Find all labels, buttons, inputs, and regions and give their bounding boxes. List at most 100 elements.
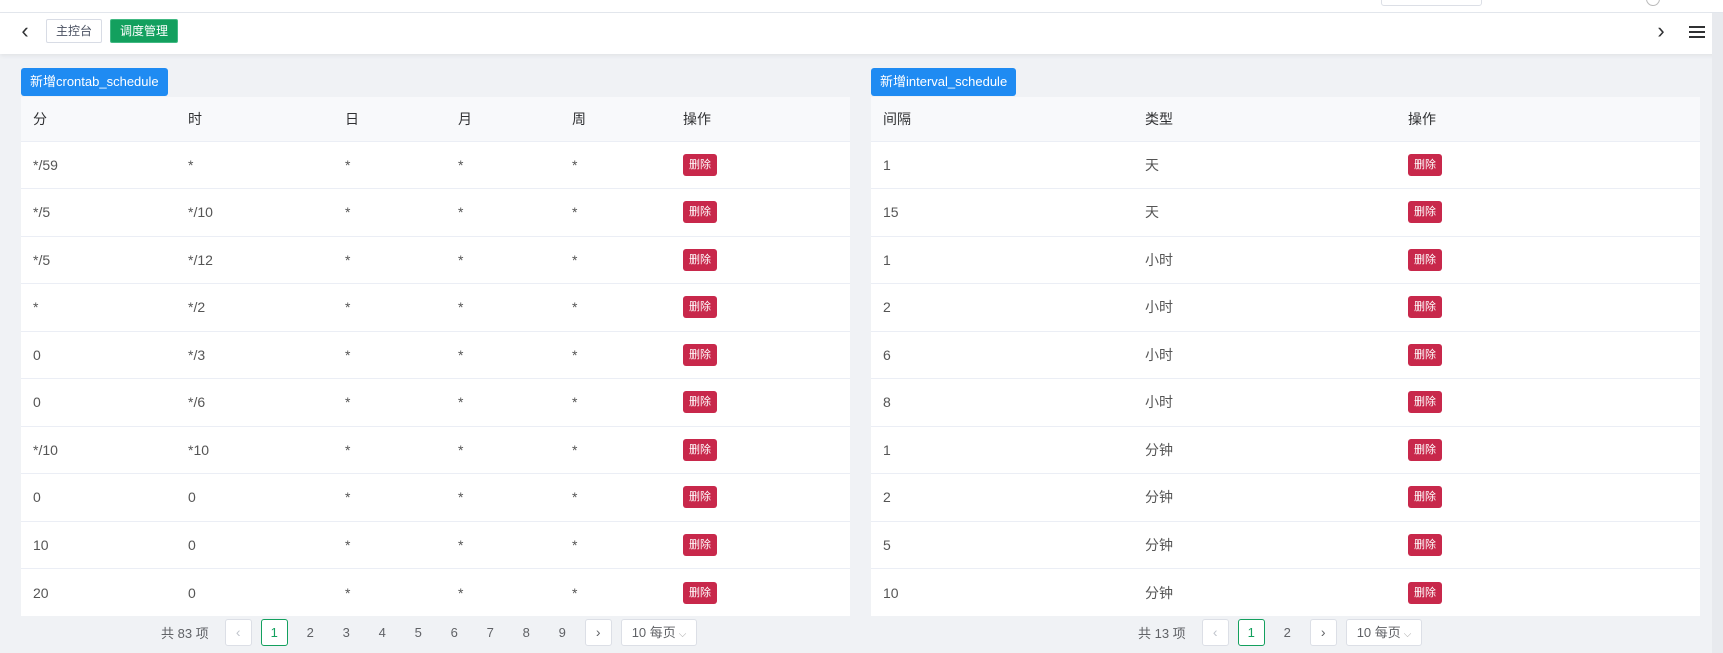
delete-button[interactable]: 删除 bbox=[683, 486, 717, 509]
table-row: */10 *10 * * * 删除 bbox=[21, 426, 850, 474]
page-size-select[interactable]: 10 每页 ⌵ bbox=[620, 618, 698, 646]
day-cell: * bbox=[333, 236, 446, 284]
page-number-button[interactable]: 1 bbox=[1237, 618, 1265, 646]
week-cell: * bbox=[560, 141, 671, 189]
delete-button[interactable]: 删除 bbox=[683, 343, 717, 366]
actions-cell: 删除 bbox=[671, 378, 850, 427]
hour-cell: 0 bbox=[176, 521, 333, 569]
table-row: 8 小时 删除 bbox=[871, 378, 1700, 427]
chevron-left-icon[interactable]: ‹ bbox=[14, 20, 36, 43]
crontab-panel: 新增crontab_schedule 分 时 日 月 周 操作 */59 * * * *… bbox=[21, 68, 850, 616]
table-row: 1 分钟 删除 bbox=[871, 426, 1700, 474]
next-page-button[interactable]: › bbox=[584, 618, 612, 646]
col-day: 日 bbox=[333, 97, 446, 142]
type-cell: 小时 bbox=[1133, 283, 1396, 332]
day-cell: * bbox=[333, 426, 446, 474]
actions-cell: 删除 bbox=[671, 569, 850, 617]
top-avatar-edge[interactable] bbox=[1646, 0, 1660, 6]
month-cell: * bbox=[446, 188, 560, 237]
table-row: 5 分钟 删除 bbox=[871, 521, 1700, 569]
month-cell: * bbox=[446, 283, 560, 332]
day-cell: * bbox=[333, 378, 446, 427]
top-strip bbox=[0, 0, 1723, 13]
hour-cell: 0 bbox=[188, 584, 196, 601]
delete-button[interactable]: 删除 bbox=[1408, 581, 1442, 604]
delete-button[interactable]: 删除 bbox=[1408, 153, 1442, 176]
hamburger-icon[interactable] bbox=[1689, 26, 1705, 40]
minute-cell: 20 bbox=[33, 584, 49, 601]
actions-cell: 删除 bbox=[671, 331, 850, 379]
month-cell: * bbox=[446, 378, 560, 427]
minute-cell: */59 bbox=[21, 141, 176, 189]
table-row: 10 分钟 删除 bbox=[871, 569, 1700, 617]
delete-button[interactable]: 删除 bbox=[683, 153, 717, 176]
page-number-button[interactable]: 9 bbox=[549, 619, 576, 646]
actions-cell: 删除 bbox=[1396, 283, 1700, 332]
add-crontab-button[interactable]: 新增crontab_schedule bbox=[21, 68, 168, 96]
delete-button[interactable]: 删除 bbox=[683, 438, 717, 461]
interval-cell: 2 bbox=[871, 283, 1133, 332]
col-actions: 操作 bbox=[671, 97, 850, 142]
page-number-button[interactable]: 6 bbox=[441, 619, 468, 646]
delete-button[interactable]: 删除 bbox=[683, 391, 717, 414]
page-number-button[interactable]: 2 bbox=[1274, 619, 1301, 646]
page-number-button[interactable]: 5 bbox=[405, 619, 432, 646]
chevron-down-icon: ⌵ bbox=[1403, 628, 1412, 640]
delete-button[interactable]: 删除 bbox=[683, 201, 717, 224]
delete-button[interactable]: 删除 bbox=[1408, 201, 1442, 224]
page-number-button[interactable]: 7 bbox=[477, 619, 504, 646]
next-page-button[interactable]: › bbox=[1309, 618, 1337, 646]
tag-schedule-management[interactable]: 调度管理 bbox=[110, 19, 179, 43]
week-cell: * bbox=[572, 584, 578, 601]
minute-cell: * bbox=[21, 283, 176, 332]
delete-button[interactable]: 删除 bbox=[683, 248, 717, 271]
actions-cell: 删除 bbox=[1396, 426, 1700, 474]
page-number-button[interactable]: 4 bbox=[369, 619, 396, 646]
top-input-edge[interactable] bbox=[1381, 0, 1482, 6]
minute-cell: 0 bbox=[21, 331, 176, 379]
chevron-down-icon: ⌵ bbox=[678, 628, 687, 640]
delete-button[interactable]: 删除 bbox=[1408, 343, 1442, 366]
actions-cell: 删除 bbox=[671, 521, 850, 569]
month-cell: * bbox=[446, 426, 560, 474]
delete-button[interactable]: 删除 bbox=[1408, 486, 1442, 509]
table-row: 0 */6 * * * 删除 bbox=[21, 378, 850, 427]
week-cell: * bbox=[560, 378, 671, 427]
table-row: 2 分钟 删除 bbox=[871, 473, 1700, 522]
page-number-button[interactable]: 2 bbox=[297, 619, 324, 646]
add-interval-button[interactable]: 新增interval_schedule bbox=[871, 68, 1017, 96]
actions-cell: 删除 bbox=[671, 236, 850, 284]
hour-cell: 0 bbox=[176, 473, 333, 522]
chevron-right-icon[interactable]: › bbox=[1650, 20, 1672, 43]
prev-page-button[interactable]: ‹ bbox=[1201, 618, 1229, 646]
minute-cell: */5 bbox=[21, 188, 176, 237]
minute-cell: */5 bbox=[21, 236, 176, 284]
delete-button[interactable]: 删除 bbox=[683, 581, 717, 604]
pagination-total: 共 13 项 bbox=[1138, 625, 1186, 641]
delete-button[interactable]: 删除 bbox=[1408, 391, 1442, 414]
table-row: * */2 * * * 删除 bbox=[21, 283, 850, 332]
type-cell: 小时 bbox=[1133, 378, 1396, 427]
page-size-value: 10 每页 bbox=[1356, 624, 1401, 640]
delete-button[interactable]: 删除 bbox=[1408, 438, 1442, 461]
page-number-button[interactable]: 1 bbox=[260, 618, 288, 646]
crontab-table: 分 时 日 月 周 操作 */59 * * * * 删除 */5 */10 * * * 删除 */5 */… bbox=[21, 97, 850, 616]
delete-button[interactable]: 删除 bbox=[683, 533, 717, 556]
interval-table: 间隔 类型 操作 1 天删除 15 天删除 1 小时 删除 2 小时 删除 6 小时 删除 8 小时 删除 1 分… bbox=[871, 97, 1700, 616]
actions-cell: 删除 bbox=[1396, 141, 1700, 189]
page-size-select[interactable]: 10 每页 ⌵ bbox=[1345, 618, 1423, 646]
delete-button[interactable]: 删除 bbox=[1408, 296, 1442, 319]
scrollbar[interactable] bbox=[1712, 13, 1723, 653]
delete-button[interactable]: 删除 bbox=[1408, 248, 1442, 271]
page-number-button[interactable]: 3 bbox=[333, 619, 360, 646]
delete-button[interactable]: 删除 bbox=[683, 296, 717, 319]
tag-home[interactable]: 主控台 bbox=[46, 19, 103, 43]
tags-view-bar: ‹ 主控台 调度管理 › bbox=[0, 13, 1723, 54]
page-size-value: 10 每页 bbox=[631, 624, 676, 640]
day-cell: * bbox=[333, 141, 446, 189]
table-row: 0 */3 * * * 删除 bbox=[21, 331, 850, 379]
delete-button[interactable]: 删除 bbox=[1408, 533, 1442, 556]
prev-page-button[interactable]: ‹ bbox=[224, 618, 252, 646]
page-number-button[interactable]: 8 bbox=[513, 619, 540, 646]
table-row: 2 小时 删除 bbox=[871, 283, 1700, 332]
